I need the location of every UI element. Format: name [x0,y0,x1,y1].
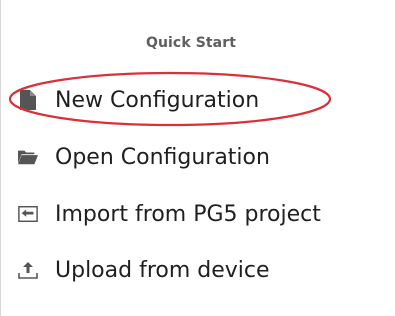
document-icon [18,89,38,111]
upload-icon [18,259,38,281]
quick-start-panel: Quick Start New Configuration Open Confi… [1,0,395,316]
new-configuration-label: New Configuration [55,87,260,113]
new-configuration-item[interactable]: New Configuration [18,80,259,120]
import-pg5-project-label: Import from PG5 project [55,201,321,227]
open-configuration-label: Open Configuration [55,144,270,170]
panel-title: Quick Start [145,35,237,51]
open-configuration-item[interactable]: Open Configuration [18,137,270,177]
import-pg5-project-item[interactable]: Import from PG5 project [18,194,321,234]
quick-start-screenshot: Quick Start New Configuration Open Confi… [0,0,395,316]
upload-from-device-item[interactable]: Upload from device [18,250,270,290]
import-icon [18,203,38,225]
folder-open-icon [18,146,38,168]
upload-from-device-label: Upload from device [55,257,270,283]
